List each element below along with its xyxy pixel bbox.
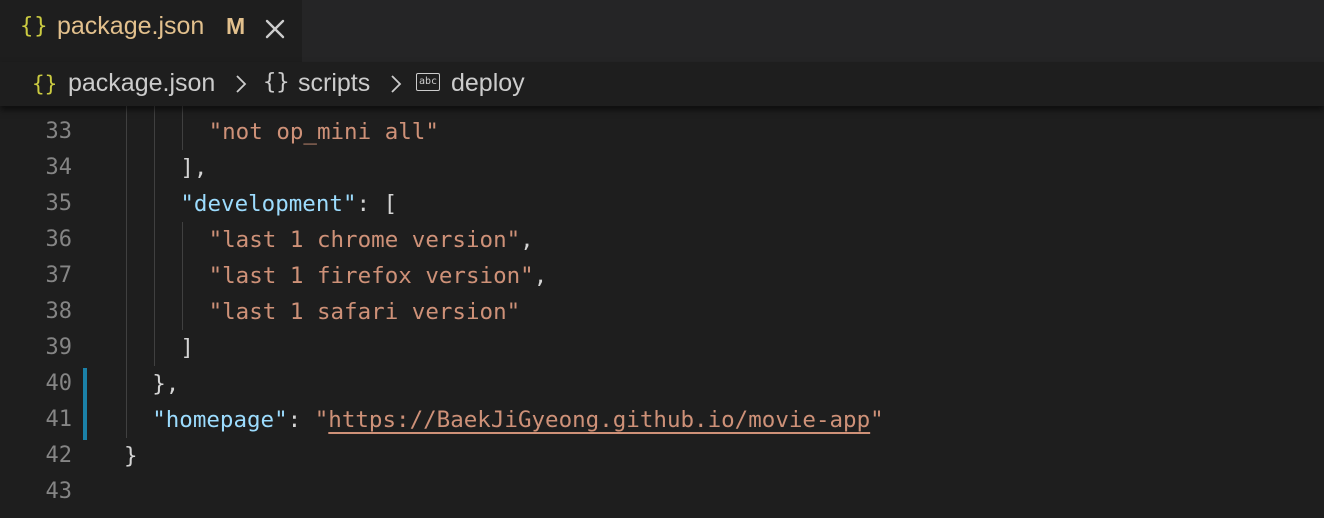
line-number: 36: [45, 227, 73, 252]
code-line[interactable]: 42}: [0, 438, 1324, 474]
code-line[interactable]: 40},: [0, 366, 1324, 402]
code-line[interactable]: 36 "last 1 chrome version",: [0, 222, 1324, 258]
breadcrumb-item-deploy[interactable]: deploy: [451, 69, 525, 98]
code-line[interactable]: 33 "not op_mini all": [0, 114, 1324, 150]
json-file-icon: {}: [32, 72, 58, 96]
json-file-icon: {}: [20, 14, 49, 39]
line-number: 38: [45, 299, 73, 324]
code-line[interactable]: 41 "homepage": "https://BaekJiGyeong.gith…: [0, 402, 1324, 438]
code-token: ,: [533, 263, 548, 289]
line-number: 41: [45, 407, 73, 432]
tab-title: package.json: [57, 12, 205, 40]
code-token: "not op_mini all": [208, 119, 439, 145]
code-text: "homepage": "https://BaekJiGyeong.github…: [152, 402, 884, 438]
code-text: ]: [180, 330, 194, 366]
code-token: "last 1 chrome version": [208, 227, 521, 253]
code-token: ": [314, 407, 329, 433]
code-token: ,: [520, 227, 534, 253]
breadcrumb-item-scripts[interactable]: scripts: [298, 69, 370, 98]
code-editor[interactable]: 33 "not op_mini all" 34], 35 "development": …: [0, 106, 1324, 518]
tab-package-json[interactable]: {} package.json M: [0, 0, 302, 62]
code-token: "development": [180, 191, 357, 217]
code-token: }: [124, 443, 138, 469]
chevron-right-icon: [234, 74, 248, 94]
code-text: "last 1 safari version": [209, 294, 521, 330]
code-token: :: [287, 407, 315, 433]
code-token: "last 1 safari version": [208, 299, 521, 325]
chevron-right-icon: [389, 74, 403, 94]
string-icon: abc: [416, 73, 440, 91]
line-number: 40: [45, 371, 73, 396]
code-token: },: [152, 371, 180, 397]
line-number: 43: [45, 479, 73, 504]
line-number: 34: [45, 155, 73, 180]
line-number: 35: [45, 191, 73, 216]
code-text: "not op_mini all": [209, 114, 439, 150]
code-line[interactable]: 38 "last 1 safari version": [0, 294, 1324, 330]
tab-bar: {} package.json M: [0, 0, 1324, 62]
code-line[interactable]: 37 "last 1 firefox version",: [0, 258, 1324, 294]
code-line[interactable]: 34],: [0, 150, 1324, 186]
code-token: "last 1 firefox version": [208, 263, 534, 289]
breadcrumb-item-package-json[interactable]: package.json: [68, 69, 215, 98]
line-number: 42: [45, 443, 73, 468]
code-token: : [: [356, 191, 398, 217]
line-number: 33: [45, 119, 73, 144]
modified-badge: M: [226, 13, 246, 39]
object-icon: {}: [263, 70, 290, 95]
code-token: ],: [180, 155, 208, 181]
line-number: 37: [45, 263, 73, 288]
homepage-link[interactable]: https://BaekJiGyeong.github.io/movie-app: [328, 407, 870, 433]
line-number: 39: [45, 335, 73, 360]
code-text: "last 1 chrome version",: [209, 222, 534, 258]
close-icon[interactable]: [262, 16, 288, 42]
code-text: ],: [180, 150, 207, 186]
code-line[interactable]: 35 "development": [: [0, 186, 1324, 222]
code-text: },: [152, 366, 179, 402]
code-token: ]: [180, 335, 194, 361]
code-text: "last 1 firefox version",: [209, 258, 548, 294]
code-line[interactable]: 43: [0, 474, 1324, 510]
code-text: "development": [: [180, 186, 397, 222]
code-token: ": [870, 407, 884, 433]
code-line[interactable]: 39]: [0, 330, 1324, 366]
breadcrumb: {} package.json {} scripts abc deploy: [0, 62, 1324, 106]
code-text: }: [124, 438, 138, 474]
code-token: "homepage": [152, 407, 288, 433]
